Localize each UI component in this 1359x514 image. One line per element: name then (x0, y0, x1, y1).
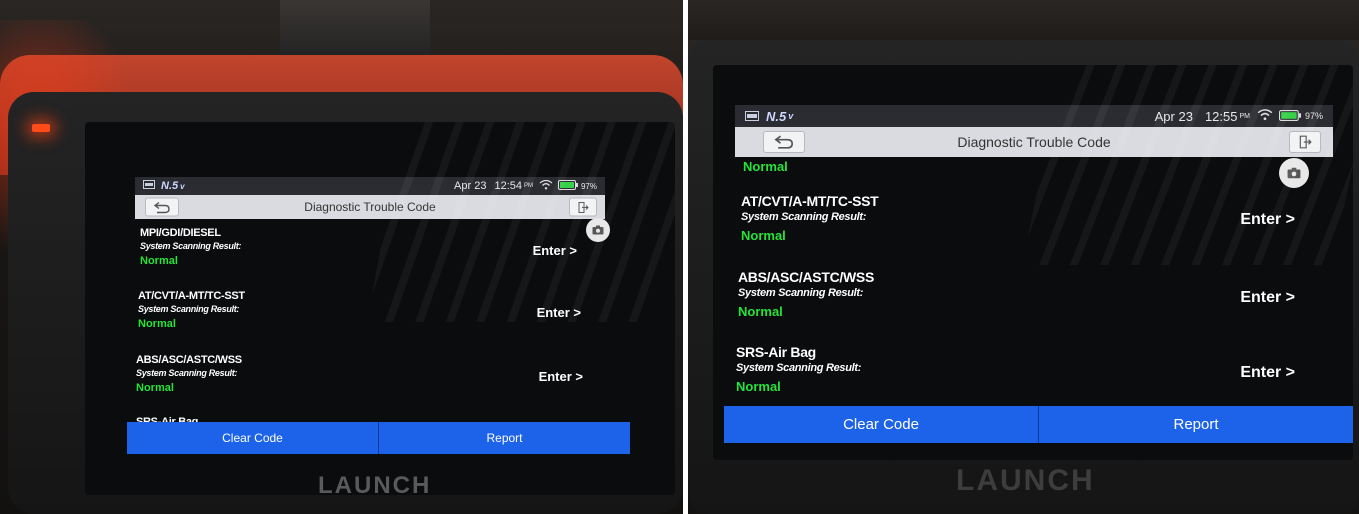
photo-right: N.5 v Apr 23 12:55 PM 97% Diagnostic Trou… (688, 0, 1359, 514)
status-right: Apr 23 12:54 PM 97% (454, 179, 597, 193)
back-arrow-icon (153, 201, 170, 213)
enter-button[interactable]: Enter > (533, 243, 577, 258)
enter-button[interactable]: Enter > (1240, 211, 1295, 229)
vehicle-icon (143, 180, 155, 192)
exit-icon (1299, 135, 1312, 149)
back-arrow-icon (774, 135, 793, 149)
status-bar: N.5 v Apr 23 12:55 PM 97% (735, 105, 1333, 127)
status-normal-partial: Normal (743, 159, 788, 174)
battery-icon (557, 179, 578, 193)
system-name: AT/CVT/A-MT/TC-SST (138, 290, 245, 302)
brand-dropdown-icon: v (788, 111, 794, 121)
brand-label: N.5 (766, 108, 787, 124)
wifi-icon (539, 179, 553, 193)
status-bar: N.5 v Apr 23 12:54 PM 97% (135, 177, 605, 195)
status-time: 12:55 (1204, 108, 1238, 124)
system-name: ABS/ASC/ASTC/WSS (738, 269, 874, 285)
title-bar: Diagnostic Trouble Code (735, 127, 1333, 157)
list-item[interactable]: AT/CVT/A-MT/TC-SST System Scanning Resul… (741, 193, 1333, 255)
report-button[interactable]: Report (378, 422, 630, 454)
device-brand: LAUNCH (318, 472, 432, 499)
exit-icon (578, 201, 589, 213)
status-normal: Normal (741, 228, 786, 243)
status-normal: Normal (138, 318, 176, 330)
battery-percent: 97% (580, 181, 597, 191)
photo-left: N.5 v Apr 23 12:54 PM 97% Diagnostic Trou… (0, 0, 683, 514)
status-date: Apr 23 (454, 180, 487, 192)
list-item[interactable]: MPI/GDI/DIESEL System Scanning Result: N… (140, 227, 605, 285)
enter-button[interactable]: Enter > (537, 305, 581, 320)
vehicle-icon (745, 109, 759, 124)
report-button[interactable]: Report (1038, 406, 1353, 443)
list-item[interactable]: ABS/ASC/ASTC/WSS System Scanning Result:… (136, 354, 605, 412)
action-bar: Clear Code Report (127, 422, 630, 454)
device-top (688, 0, 1359, 40)
scan-result-label: System Scanning Result: (138, 304, 240, 314)
enter-button[interactable]: Enter > (1240, 289, 1295, 307)
enter-button[interactable]: Enter > (539, 369, 583, 384)
list-item[interactable]: SRS-Air Bag System Scanning Result: Norm… (736, 344, 1333, 406)
page-title: Diagnostic Trouble Code (957, 134, 1111, 150)
scan-result-label: System Scanning Result: (136, 368, 238, 378)
screen-right: N.5 v Apr 23 12:55 PM 97% Diagnostic Trou… (713, 65, 1353, 460)
clear-code-button[interactable]: Clear Code (724, 406, 1038, 443)
action-bar: Clear Code Report (724, 406, 1353, 443)
status-time: 12:54 (494, 180, 522, 192)
screen-left: N.5 v Apr 23 12:54 PM 97% Diagnostic Trou… (85, 122, 675, 495)
enter-button[interactable]: Enter > (1240, 364, 1295, 382)
list-item[interactable]: AT/CVT/A-MT/TC-SST System Scanning Resul… (138, 290, 605, 348)
camera-button[interactable] (1279, 158, 1309, 188)
system-name: MPI/GDI/DIESEL (140, 227, 221, 239)
cable-holder (280, 0, 430, 60)
status-date: Apr 23 (1154, 108, 1193, 124)
status-normal: Normal (136, 382, 174, 394)
exit-button[interactable] (1289, 131, 1321, 153)
back-button[interactable] (145, 197, 179, 217)
status-right: Apr 23 12:55 PM 97% (1155, 109, 1323, 124)
system-name: ABS/ASC/ASTC/WSS (136, 354, 242, 366)
battery-percent: 97% (1304, 111, 1323, 121)
title-bar: Diagnostic Trouble Code (135, 195, 605, 219)
page-title: Diagnostic Trouble Code (304, 200, 436, 214)
camera-icon (1287, 167, 1301, 179)
brand-label: N.5 (161, 180, 179, 192)
device-brand: LAUNCH (956, 464, 1095, 497)
power-led (32, 124, 50, 132)
status-ampm: PM (523, 183, 533, 189)
wifi-icon (1257, 108, 1273, 124)
status-brand: N.5 v (143, 180, 185, 192)
system-name: AT/CVT/A-MT/TC-SST (741, 193, 879, 209)
clear-code-button[interactable]: Clear Code (127, 422, 378, 454)
list-item[interactable]: ABS/ASC/ASTC/WSS System Scanning Result:… (738, 269, 1333, 331)
system-name: SRS-Air Bag (736, 344, 816, 360)
status-brand: N.5 v (745, 109, 793, 124)
back-button[interactable] (763, 131, 805, 153)
status-ampm: PM (1239, 112, 1250, 120)
battery-icon (1278, 109, 1301, 124)
brand-dropdown-icon: v (180, 181, 185, 191)
exit-button[interactable] (569, 197, 597, 217)
